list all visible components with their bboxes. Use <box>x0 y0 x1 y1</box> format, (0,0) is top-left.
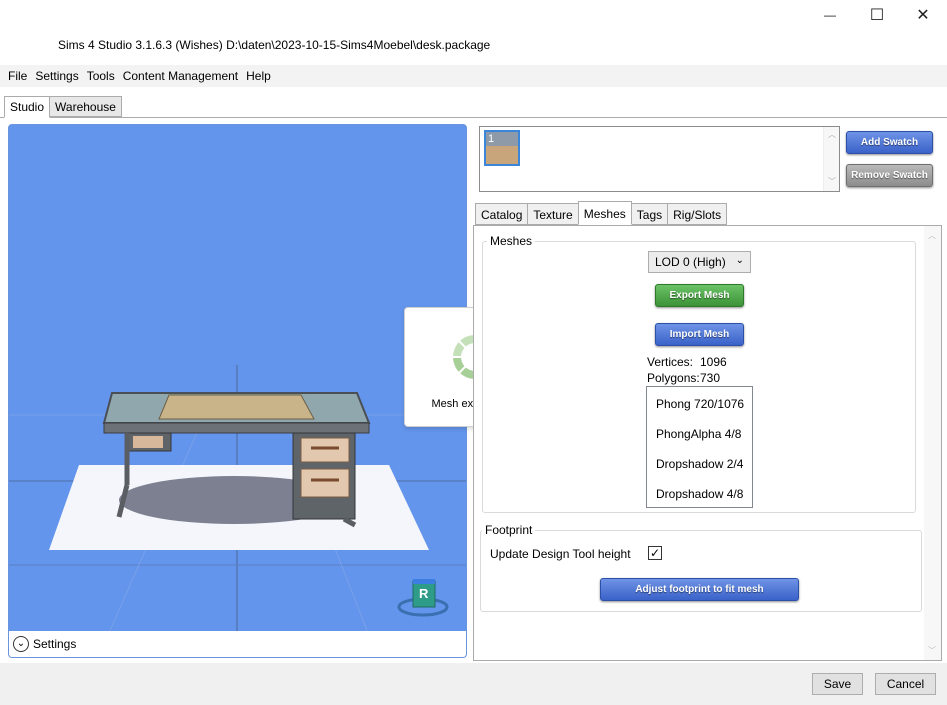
menu-content-management[interactable]: Content Management <box>119 69 242 83</box>
remove-swatch-button[interactable]: Remove Swatch <box>846 164 933 187</box>
scroll-down-icon[interactable]: ﹀ <box>928 645 936 656</box>
mesh-group-list[interactable]: Phong 720/1076 PhongAlpha 4/8 Dropshadow… <box>646 386 753 508</box>
save-button[interactable]: Save <box>812 673 863 695</box>
inner-tabs: Catalog Texture Meshes Tags Rig/Slots <box>475 201 728 226</box>
chevron-down-icon[interactable]: ⌄ <box>13 636 29 652</box>
adjust-footprint-button[interactable]: Adjust footprint to fit mesh <box>600 578 799 601</box>
vertices-label: Vertices: <box>647 355 694 369</box>
menu-settings[interactable]: Settings <box>31 69 82 83</box>
update-design-tool-height-checkbox[interactable]: ✓ <box>648 546 662 560</box>
title-bar: Sims 4 Studio 3.1.6.3 (Wishes) D:\daten\… <box>0 0 947 62</box>
close-icon: ✕ <box>916 7 930 24</box>
swatch-list[interactable]: 1 ︿ ﹀ <box>479 126 840 192</box>
scroll-up-icon[interactable]: ︿ <box>828 129 836 140</box>
meshes-group-label: Meshes <box>487 234 536 248</box>
swatch-label: 1 <box>488 133 495 145</box>
export-mesh-button[interactable]: Export Mesh <box>655 284 744 307</box>
add-swatch-button[interactable]: Add Swatch <box>846 131 933 154</box>
tab-rig-slots[interactable]: Rig/Slots <box>667 203 728 225</box>
polygons-label: Polygons: <box>647 371 700 385</box>
menu-tools[interactable]: Tools <box>83 69 119 83</box>
tab-meshes[interactable]: Meshes <box>577 201 632 225</box>
list-item[interactable]: Phong 720/1076 <box>656 397 744 411</box>
maximize-icon: ☐ <box>869 7 885 24</box>
tab-tags[interactable]: Tags <box>630 203 669 225</box>
footer-bar <box>0 663 947 705</box>
window-title: Sims 4 Studio 3.1.6.3 (Wishes) D:\daten\… <box>58 38 491 52</box>
polygons-value: 730 <box>700 371 721 385</box>
tab-texture[interactable]: Texture <box>527 203 579 225</box>
viewport-settings-label: Settings <box>33 637 77 651</box>
scroll-up-icon[interactable]: ︿ <box>928 230 936 241</box>
tab-catalog[interactable]: Catalog <box>475 203 529 225</box>
checkmark-icon: ✓ <box>649 546 661 560</box>
maximize-button[interactable]: ☐ <box>854 0 900 30</box>
panel-scrollbar[interactable]: ︿ ﹀ <box>924 226 941 660</box>
import-mesh-button[interactable]: Import Mesh <box>655 323 744 346</box>
menu-help[interactable]: Help <box>242 69 275 83</box>
footprint-group-label: Footprint <box>482 523 536 537</box>
close-button[interactable]: ✕ <box>900 0 946 30</box>
minimize-icon: — <box>824 8 836 22</box>
outer-tabs: Studio Warehouse <box>4 96 122 118</box>
tab-studio[interactable]: Studio <box>4 96 51 118</box>
3d-viewport[interactable]: R ⌄ Settings <box>8 124 467 658</box>
lod-selected-value: LOD 0 (High) <box>655 255 726 269</box>
list-item[interactable]: Dropshadow 2/4 <box>656 457 743 471</box>
menu-bar: File Settings Tools Content Management H… <box>0 65 947 87</box>
cancel-button[interactable]: Cancel <box>875 673 936 695</box>
tab-warehouse[interactable]: Warehouse <box>49 96 122 117</box>
swatch-scrollbar[interactable]: ︿ ﹀ <box>823 127 839 191</box>
swatch-thumbnail[interactable]: 1 <box>484 130 520 166</box>
list-item[interactable]: PhongAlpha 4/8 <box>656 427 741 441</box>
vertices-value: 1096 <box>700 355 727 369</box>
lod-select[interactable]: LOD 0 (High) ⌄ <box>648 251 751 273</box>
chevron-down-icon: ⌄ <box>735 255 744 266</box>
rotate-gizmo-label: R <box>419 586 429 601</box>
minimize-button[interactable]: — <box>807 0 853 30</box>
menu-file[interactable]: File <box>4 69 31 83</box>
list-item[interactable]: Dropshadow 4/8 <box>656 487 743 501</box>
desk-scene <box>9 365 466 633</box>
update-design-tool-height-label: Update Design Tool height <box>490 547 631 561</box>
scroll-down-icon[interactable]: ﹀ <box>828 176 836 187</box>
viewport-settings-bar[interactable]: ⌄ Settings <box>9 631 466 657</box>
